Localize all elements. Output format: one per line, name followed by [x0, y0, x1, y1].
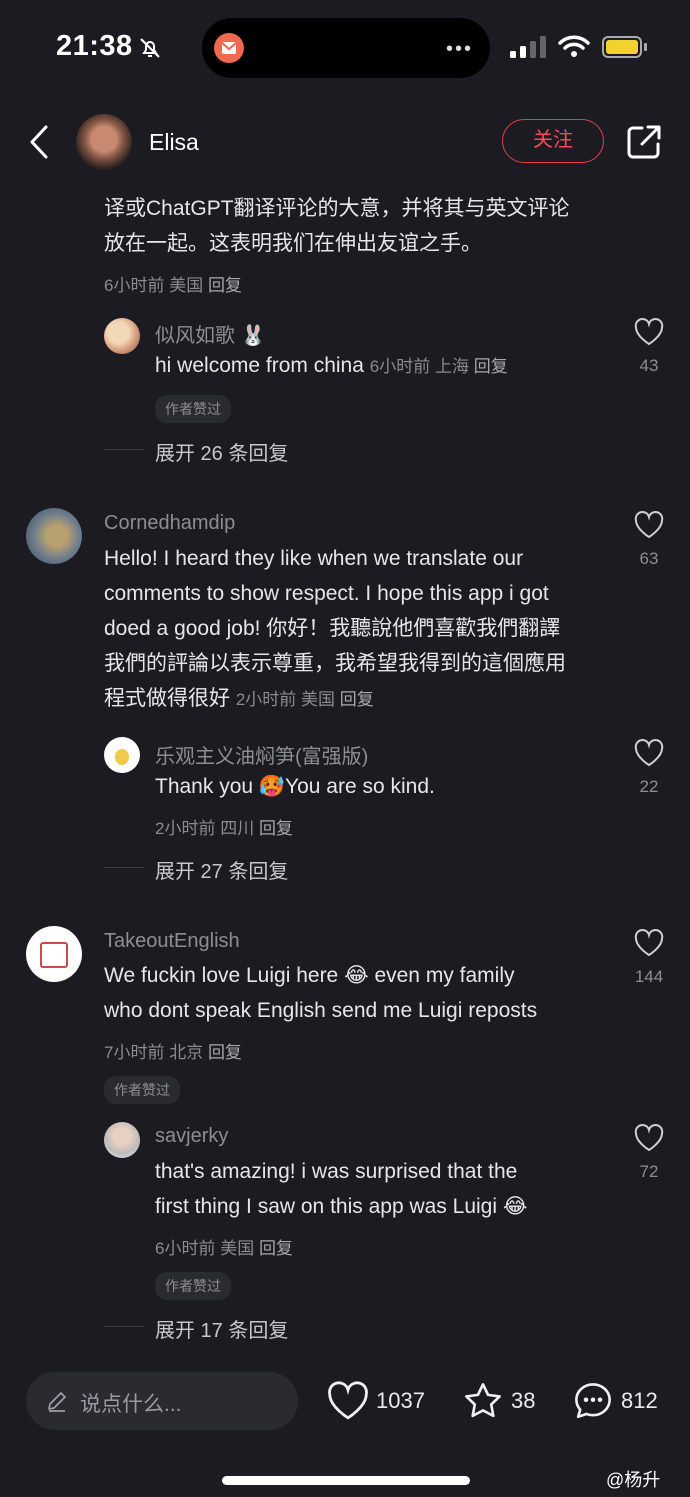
reply-username[interactable]: savjerky — [155, 1125, 228, 1148]
reply-button[interactable]: 回复 — [474, 357, 508, 376]
like-heart-icon[interactable] — [634, 1124, 664, 1152]
expand-replies-button[interactable]: 展开 26 条回复 — [155, 437, 288, 466]
commenter-username[interactable]: Cornedhamdip — [104, 512, 235, 535]
reply-username[interactable]: 似风如歌 🐰 — [155, 319, 265, 348]
comment-text-line: 程式做得很好 — [104, 687, 230, 710]
comment-bubble-icon[interactable] — [572, 1380, 614, 1422]
like-total: 1037 — [376, 1388, 425, 1413]
comment-meta: 7小时前 北京 回复 — [104, 1038, 242, 1063]
watermark: @杨升 — [606, 1470, 661, 1490]
reply-button[interactable]: 回复 — [208, 1043, 242, 1062]
author-liked-badge: 作者赞过 — [155, 395, 231, 423]
reply-time: 2小时前 — [155, 819, 216, 838]
expand-divider — [104, 449, 144, 450]
more-dots-icon: ••• — [446, 38, 474, 60]
comment-text-last: 程式做得很好 2小时前 美国 回复 — [104, 681, 374, 717]
reply-meta: 6小时前 美国 回复 — [155, 1234, 293, 1259]
like-heart-icon[interactable] — [634, 739, 664, 767]
author-name[interactable]: Elisa — [149, 129, 199, 156]
post-time: 6小时前 — [104, 276, 165, 295]
reply-button[interactable]: 回复 — [259, 819, 293, 838]
reply-meta: 6小时前 上海 回复 — [370, 357, 508, 376]
comment-input-placeholder[interactable]: 说点什么... — [80, 1388, 182, 1418]
bell-off-icon — [140, 38, 160, 58]
like-heart-icon[interactable] — [634, 511, 664, 539]
reply-location: 四川 — [220, 819, 255, 838]
author-liked-badge: 作者赞过 — [155, 1272, 231, 1300]
like-count: 144 — [634, 967, 664, 986]
reply-meta: 2小时前 四川 回复 — [155, 814, 293, 839]
reply-location: 美国 — [220, 1239, 255, 1258]
commenter-avatar[interactable] — [26, 926, 82, 982]
pencil-icon — [48, 1392, 66, 1412]
back-arrow-icon[interactable] — [28, 124, 52, 160]
like-heart-icon[interactable] — [634, 929, 664, 957]
reply-text-body: hi welcome from china — [155, 354, 364, 377]
reply-button[interactable]: 回复 — [208, 276, 242, 295]
battery-tip — [644, 43, 647, 51]
like-count: 72 — [639, 1162, 659, 1181]
comment-text-line: doed a good job! 你好！我聽說他們喜歡我們翻譯 — [104, 617, 561, 640]
comment-text-line: comments to show respect. I hope this ap… — [104, 582, 549, 605]
like-count: 63 — [639, 549, 659, 568]
reply-text-line: first thing I saw on this app was Luigi … — [155, 1195, 528, 1218]
comment-total: 812 — [621, 1388, 658, 1413]
post-text-line: 放在一起。这表明我们在伸出友谊之手。 — [104, 232, 482, 255]
expand-replies-button[interactable]: 展开 17 条回复 — [155, 1314, 288, 1343]
comment-text-line: 我們的評論以表示尊重，我希望我得到的這個應用 — [104, 652, 566, 675]
post-text-line: 译或ChatGPT翻译评论的大意，并将其与英文评论 — [104, 197, 570, 220]
reply-text: hi welcome from china 6小时前 上海 回复 — [155, 348, 508, 384]
reply-avatar[interactable] — [104, 737, 140, 773]
reply-time: 6小时前 — [155, 1239, 216, 1258]
expand-replies-button[interactable]: 展开 27 条回复 — [155, 855, 288, 884]
post-meta: 6小时前 美国 回复 — [104, 271, 242, 296]
status-time: 21:38 — [56, 30, 133, 62]
comment-location: 美国 — [301, 690, 336, 709]
like-heart-icon[interactable] — [327, 1381, 369, 1421]
home-indicator[interactable] — [222, 1476, 470, 1485]
reply-text-line: that's amazing! i was surprised that the — [155, 1160, 518, 1183]
like-count: 43 — [639, 356, 659, 375]
favorite-total: 38 — [511, 1388, 536, 1413]
follow-button[interactable]: 关注 — [502, 119, 604, 163]
comment-text-line: who dont speak English send me Luigi rep… — [104, 999, 538, 1022]
author-liked-badge: 作者赞过 — [104, 1076, 180, 1104]
reply-text: Thank you 🥵You are so kind. — [155, 775, 435, 798]
share-icon[interactable] — [626, 124, 662, 160]
reply-button[interactable]: 回复 — [259, 1239, 293, 1258]
expand-divider — [104, 1326, 144, 1327]
comment-time: 2小时前 — [235, 690, 297, 709]
reply-avatar[interactable] — [104, 318, 140, 354]
cellular-signal-icon — [510, 36, 546, 58]
reply-button[interactable]: 回复 — [340, 690, 374, 709]
battery-icon — [602, 36, 642, 58]
envelope-icon — [221, 42, 237, 54]
expand-divider — [104, 867, 144, 868]
comment-text-line: We fuckin love Luigi here 😂 even my fami… — [104, 964, 515, 987]
star-icon[interactable] — [462, 1380, 504, 1422]
reply-avatar[interactable] — [104, 1122, 140, 1158]
commenter-username[interactable]: TakeoutEnglish — [104, 930, 240, 953]
like-heart-icon[interactable] — [634, 318, 664, 346]
author-avatar[interactable] — [76, 114, 132, 170]
reply-location: 上海 — [434, 357, 469, 376]
comment-meta: 2小时前 美国 回复 — [236, 690, 374, 709]
comment-time: 7小时前 — [104, 1043, 165, 1062]
comment-location: 北京 — [169, 1043, 204, 1062]
comment-text-line: Hello! I heard they like when we transla… — [104, 547, 524, 570]
commenter-avatar[interactable] — [26, 508, 82, 564]
reply-time: 6小时前 — [369, 357, 431, 376]
wifi-icon — [558, 35, 590, 57]
reply-username[interactable]: 乐观主义油焖笋(富强版) — [155, 740, 368, 769]
post-location: 美国 — [169, 276, 204, 295]
like-count: 22 — [639, 777, 659, 796]
